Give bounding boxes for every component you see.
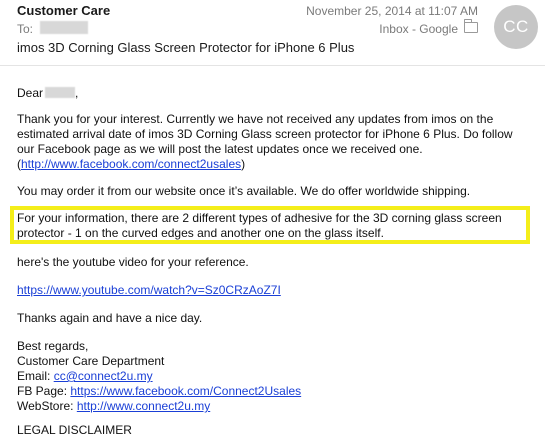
legal-disclaimer: LEGAL DISCLAIMER [17, 423, 132, 435]
para1-line3: our Facebook page as we will post the la… [17, 142, 423, 156]
paragraph-1: Thank you for your interest. Currently w… [17, 112, 527, 172]
paragraph-4: here's the youtube video for your refere… [17, 255, 249, 269]
para1-line1: Thank you for your interest. Currently w… [17, 112, 494, 126]
sig-web-label: WebStore: [17, 399, 77, 413]
greeting-text: Dear [17, 86, 44, 100]
sender-name[interactable]: Customer Care [17, 3, 110, 18]
recipient-name-redacted[interactable] [40, 21, 88, 34]
greeting-suffix: , [75, 86, 79, 100]
to-label: To: [17, 22, 34, 36]
folder-icon[interactable] [464, 19, 478, 33]
paragraph-5: Thanks again and have a nice day. [17, 311, 203, 325]
sig-fb-label: FB Page: [17, 384, 71, 398]
email-subject: imos 3D Corning Glass Screen Protector f… [17, 40, 355, 55]
mailbox-label: Inbox - Google [379, 22, 458, 36]
paren-close: ) [241, 157, 246, 171]
para1-line2: estimated arrival date of imos 3D Cornin… [17, 127, 513, 141]
youtube-link-line: https://www.youtube.com/watch?v=Sz0CRzAo… [17, 283, 527, 298]
sig-email-label: Email: [17, 369, 54, 383]
sig-regards: Best regards, [17, 339, 89, 353]
para3-line2: protector - 1 on the curved edges and an… [17, 226, 384, 240]
paragraph-2: You may order it from our website once i… [17, 184, 471, 198]
sig-email-line: Email: cc@connect2u.my [17, 369, 527, 384]
sig-web-line: WebStore: http://www.connect2u.my [17, 399, 527, 414]
sig-dept: Customer Care Department [17, 354, 165, 368]
avatar: CC [494, 5, 538, 49]
facebook-link[interactable]: http://www.facebook.com/connect2usales [21, 157, 241, 171]
para3-line1: For your information, there are 2 differ… [17, 211, 502, 225]
greeting-name-redacted [45, 87, 76, 98]
greeting: Dear, [17, 86, 527, 101]
signature: Best regards, Customer Care Department E… [17, 339, 527, 414]
paragraph-3: For your information, there are 2 differ… [17, 211, 527, 241]
email-date: November 25, 2014 at 11:07 AM [306, 4, 478, 18]
webstore-link[interactable]: http://www.connect2u.my [77, 399, 210, 413]
header-divider [0, 65, 545, 66]
youtube-link[interactable]: https://www.youtube.com/watch?v=Sz0CRzAo… [17, 283, 281, 297]
email-link[interactable]: cc@connect2u.my [54, 369, 153, 383]
sig-fb-line: FB Page: https://www.facebook.com/Connec… [17, 384, 527, 399]
email-view: Customer Care November 25, 2014 at 11:07… [0, 0, 545, 435]
para1-link-line: (http://www.facebook.com/connect2usales) [17, 157, 527, 172]
fb-page-link[interactable]: https://www.facebook.com/Connect2Usales [70, 384, 301, 398]
